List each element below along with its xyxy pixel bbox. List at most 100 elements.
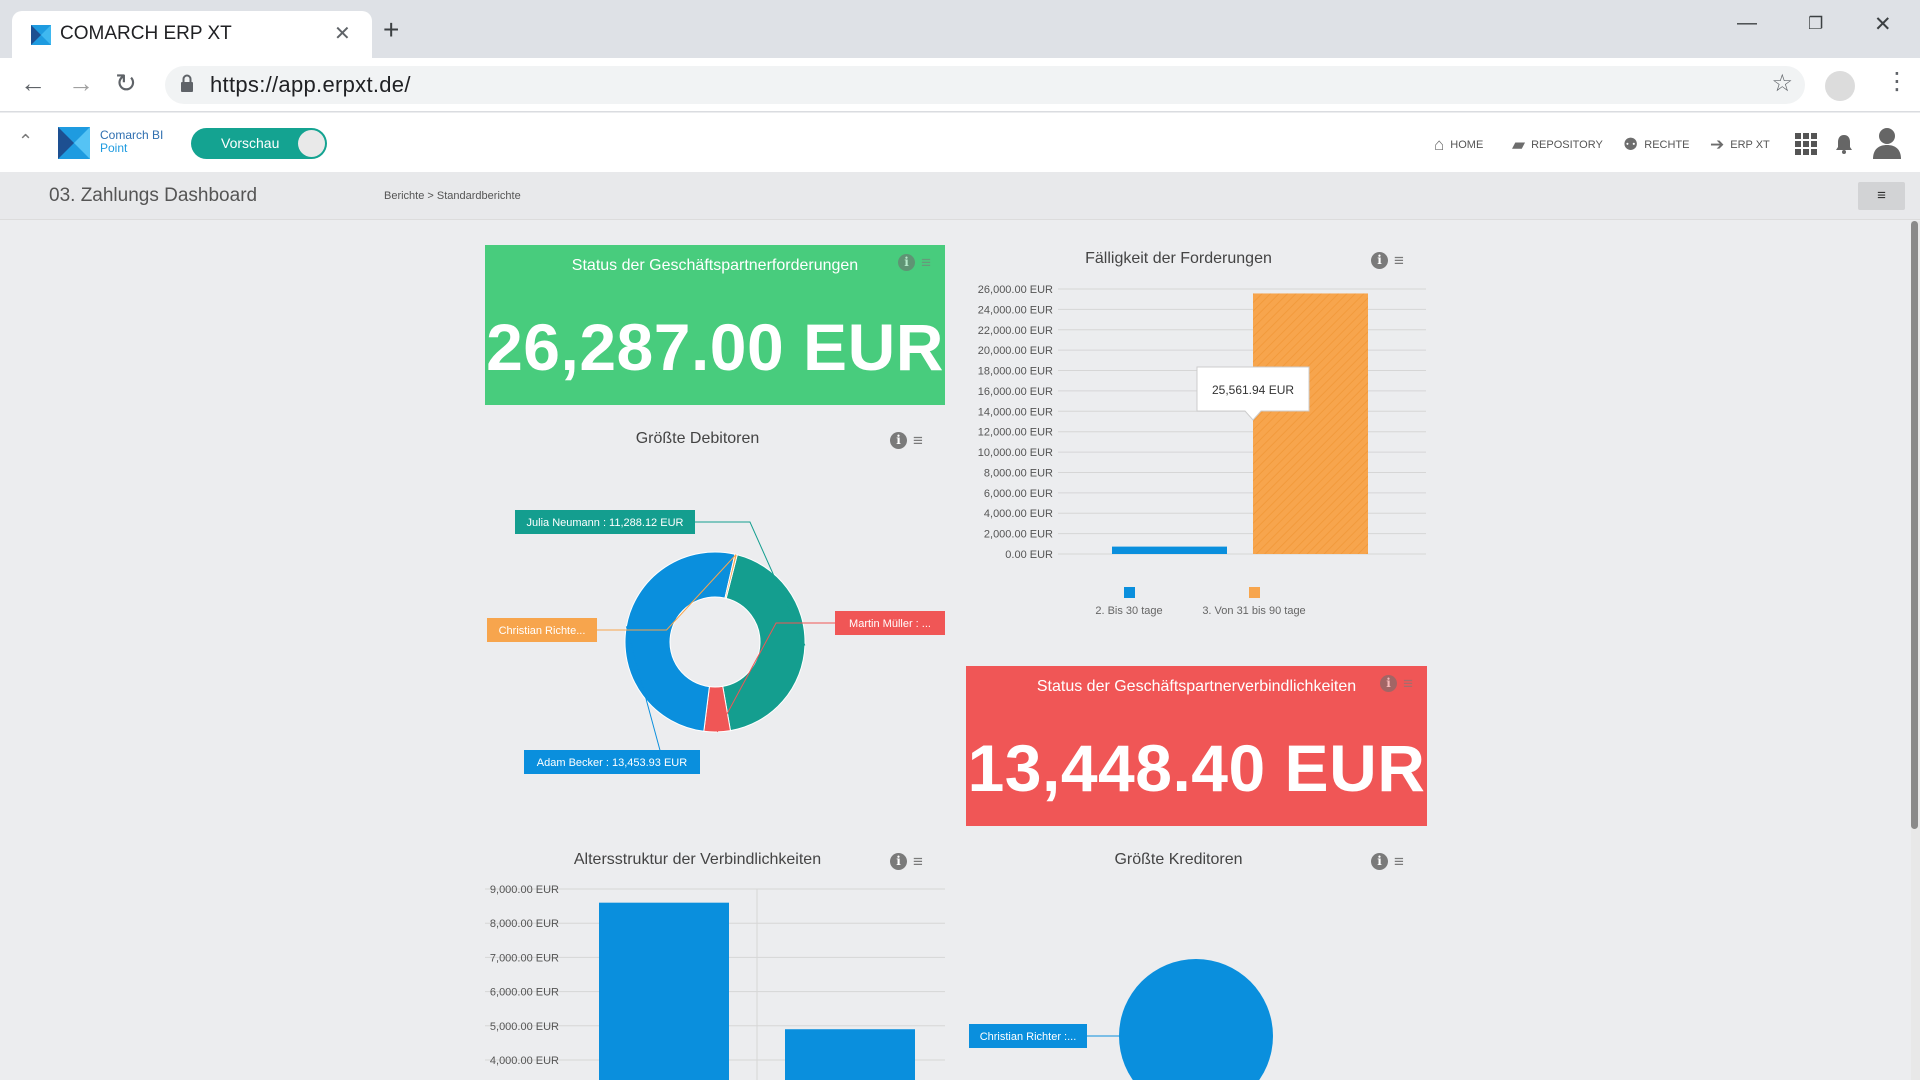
widget-actions: i ≡ (890, 432, 923, 449)
bell-icon[interactable] (1835, 134, 1853, 154)
receivables-status-widget: Status der Geschäftspartnerforderungen i… (485, 245, 945, 405)
y-tick-label: 12,000.00 EUR (978, 427, 1053, 439)
logo-line2: Point (100, 141, 128, 155)
receivables-due-chart: 0.00 EUR 2,000.00 EUR 4,000.00 EUR 6,000.00… (978, 284, 1426, 617)
nav-rechte-label: RECHTE (1644, 139, 1690, 151)
info-icon[interactable]: i (898, 254, 916, 271)
info-icon[interactable]: i (1380, 675, 1398, 692)
legend-marker (1124, 587, 1135, 598)
y-tick-label: 16,000.00 EUR (978, 386, 1053, 398)
preview-toggle-label: Vorschau (221, 135, 280, 151)
y-tick-label: 0.00 EUR (1005, 549, 1053, 561)
info-icon[interactable]: i (1371, 853, 1388, 870)
y-tick-label: 10,000.00 EUR (978, 447, 1053, 459)
widget-title: Größte Debitoren (635, 430, 760, 447)
minimize-icon[interactable]: — (1737, 12, 1757, 35)
bar (1253, 293, 1368, 554)
tooltip-text: 25,561.94 EUR (1212, 383, 1294, 397)
info-icon[interactable]: i (1371, 252, 1388, 269)
url-text: https://app.erpxt.de/ (210, 72, 411, 97)
widget-actions: i ≡ (1371, 853, 1404, 870)
chevron-up-icon[interactable]: ⌃ (18, 131, 33, 152)
widget-actions: i ≡ (890, 853, 923, 870)
y-tick-label: 8,000.00 EUR (984, 467, 1053, 479)
y-tick-label: 4,000.00 EUR (490, 1055, 559, 1067)
nav-repository-label: REPOSITORY (1531, 139, 1603, 151)
scrollbar[interactable] (1911, 221, 1920, 1080)
lock-icon (181, 74, 193, 92)
widget-title: Status der Geschäftspartnerverbindlichke… (1036, 678, 1357, 695)
legend-label: 3. Von 31 bis 90 tage (1202, 605, 1305, 617)
y-tick-label: 6,000.00 EUR (490, 987, 559, 999)
profile-avatar-icon[interactable] (1825, 71, 1855, 101)
restore-icon[interactable]: ❐ (1808, 14, 1823, 34)
y-tick-label: 2,000.00 EUR (984, 529, 1053, 541)
address-bar[interactable]: https://app.erpxt.de/ ☆ (165, 66, 1805, 104)
tab-close-icon[interactable]: ✕ (334, 21, 351, 46)
pie-slice (722, 554, 806, 732)
widget-title: Größte Kreditoren (1114, 851, 1243, 868)
browser-menu-icon[interactable]: ⋮ (1885, 70, 1909, 94)
liabilities-status-widget: Status der Geschäftspartnerverbindlichke… (966, 666, 1427, 826)
menu-icon[interactable]: ≡ (1394, 252, 1404, 269)
breadcrumb-item[interactable]: Standardberichte (437, 190, 521, 202)
pie-label: Julia Neumann : 11,288.12 EUR (527, 517, 684, 529)
menu-icon[interactable]: ≡ (1403, 675, 1413, 692)
browser-tabbar: COMARCH ERP XT ✕ + — ❐ ✕ (0, 0, 1920, 58)
widget-title: Status der Geschäftspartnerforderungen (571, 257, 859, 274)
y-tick-label: 18,000.00 EUR (978, 366, 1053, 378)
user-avatar-icon[interactable] (1872, 126, 1902, 159)
nav-rechte[interactable]: ⚉ RECHTE (1623, 135, 1689, 155)
y-tick-label: 7,000.00 EUR (490, 952, 559, 964)
reload-icon[interactable]: ↻ (115, 70, 137, 96)
pie-label: Christian Richter :... (980, 1031, 1077, 1043)
app-header: ⌃ Comarch BI Point Vorschau ⌂ HOME ▰ REP… (0, 113, 1920, 172)
nav-repository[interactable]: ▰ REPOSITORY (1512, 135, 1603, 155)
y-tick-label: 24,000.00 EUR (978, 304, 1053, 316)
liabilities-age-chart: 4,000.00 EUR 5,000.00 EUR 6,000.00 EUR 7,00… (485, 884, 945, 1080)
users-icon: ⚉ (1623, 135, 1639, 154)
browser-tab[interactable]: COMARCH ERP XT ✕ (12, 11, 372, 58)
legend-label: 2. Bis 30 tage (1095, 605, 1162, 617)
bookmark-star-icon[interactable]: ☆ (1771, 69, 1793, 98)
new-tab-icon[interactable]: + (383, 16, 399, 44)
pie-label: Martin Müller : ... (849, 618, 931, 630)
y-tick-label: 20,000.00 EUR (978, 345, 1053, 357)
top-creditors-chart: Christian Richter :... (969, 959, 1273, 1080)
sign-in-icon: ➔ (1710, 135, 1725, 154)
y-tick-label: 5,000.00 EUR (490, 1021, 559, 1033)
widget-actions: i ≡ (898, 254, 931, 271)
back-icon[interactable]: ← (20, 70, 46, 96)
menu-icon[interactable]: ≡ (913, 853, 923, 870)
nav-erp-label: ERP XT (1730, 139, 1770, 151)
scrollbar-thumb[interactable] (1911, 221, 1918, 829)
window-close-icon[interactable]: ✕ (1874, 12, 1892, 37)
y-tick-label: 22,000.00 EUR (978, 325, 1053, 337)
page-menu-button[interactable]: ≡ (1858, 182, 1905, 210)
info-icon[interactable]: i (890, 432, 907, 449)
pie-label: Adam Becker : 13,453.93 EUR (537, 757, 687, 769)
page-title: 03. Zahlungs Dashboard (49, 185, 258, 206)
breadcrumb: Berichte > Standardberichte (384, 190, 521, 202)
comarch-logo-icon (58, 127, 90, 159)
nav-erp[interactable]: ➔ ERP XT (1710, 135, 1770, 155)
nav-home[interactable]: ⌂ HOME (1434, 135, 1483, 155)
legend-marker (1249, 587, 1260, 598)
kpi-value: 26,287.00 EUR (486, 310, 944, 384)
menu-icon[interactable]: ≡ (913, 432, 923, 449)
breadcrumb-item[interactable]: Berichte (384, 190, 424, 202)
y-tick-label: 26,000.00 EUR (978, 284, 1053, 296)
home-icon: ⌂ (1434, 135, 1445, 154)
bar (785, 1029, 915, 1080)
widget-actions: i ≡ (1380, 675, 1413, 692)
app-logo-text: Comarch BI Point (100, 129, 163, 155)
menu-icon[interactable]: ≡ (921, 254, 931, 271)
menu-icon[interactable]: ≡ (1394, 853, 1404, 870)
forward-icon[interactable]: → (68, 70, 94, 96)
y-tick-label: 6,000.00 EUR (984, 488, 1053, 500)
browser-toolbar: ← → ↻ https://app.erpxt.de/ ☆ ⋮ (0, 58, 1920, 112)
apps-grid-icon[interactable] (1795, 133, 1817, 155)
info-icon[interactable]: i (890, 853, 907, 870)
pie-label: Christian Richte... (499, 625, 586, 637)
preview-toggle[interactable]: Vorschau (191, 128, 327, 159)
